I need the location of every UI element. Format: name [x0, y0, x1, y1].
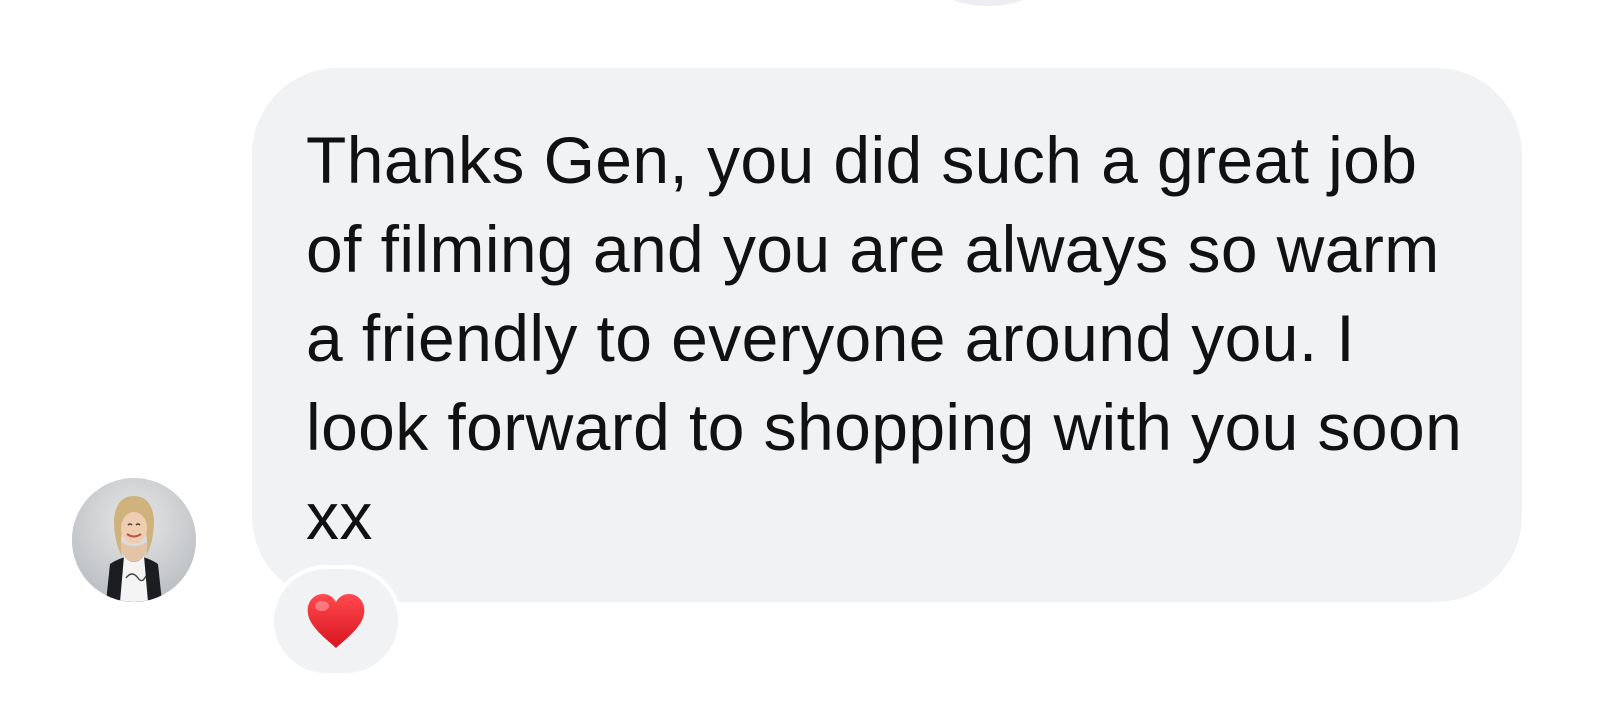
message-bubble[interactable]: Thanks Gen, you did such a great job of … — [252, 68, 1522, 602]
heart-icon — [307, 594, 365, 648]
avatar[interactable] — [72, 478, 196, 602]
message-text: Thanks Gen, you did such a great job of … — [306, 123, 1463, 553]
profile-photo — [72, 478, 196, 602]
previous-element-edge — [942, 0, 1034, 6]
message-thread: Thanks Gen, you did such a great job of … — [0, 0, 1600, 715]
reaction-badge[interactable] — [270, 565, 402, 677]
